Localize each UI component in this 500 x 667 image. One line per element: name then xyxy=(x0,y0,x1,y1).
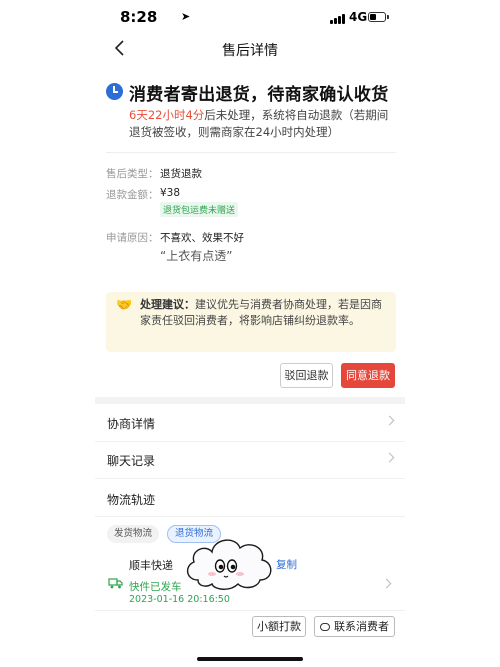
reason-quote: “上衣有点透” xyxy=(160,249,233,263)
chevron-right-icon xyxy=(384,415,395,426)
home-indicator[interactable] xyxy=(197,657,303,661)
reason-value: 不喜欢、效果不好 xyxy=(160,232,244,244)
status-headline: 消费者寄出退货，待商家确认收货 xyxy=(129,85,389,105)
contact-consumer-button[interactable]: 联系消费者 xyxy=(314,616,395,637)
agree-refund-button[interactable]: 同意退款 xyxy=(341,363,395,388)
amount-label: 退款金额： xyxy=(106,189,159,201)
suggestion-prefix: 处理建议： xyxy=(140,298,195,311)
chat-bubble-icon xyxy=(320,623,330,631)
status-time: 8:28 xyxy=(120,8,158,26)
network-type: 4G xyxy=(349,10,368,24)
truck-icon xyxy=(108,578,123,589)
type-label: 售后类型： xyxy=(106,168,159,180)
chat-label: 聊天记录 xyxy=(107,454,156,468)
logistics-title: 物流轨迹 xyxy=(107,493,156,507)
signal-icon xyxy=(330,13,346,24)
type-value: 退货退款 xyxy=(160,168,202,180)
amount-value: ¥38 xyxy=(160,187,181,199)
section-separator xyxy=(95,397,405,404)
chevron-right-icon[interactable] xyxy=(381,578,392,589)
divider xyxy=(95,516,405,517)
screen: 8:28 ➤ 4G 售后详情 消费者寄出退货，待商家确认收货 6天22小时4分后… xyxy=(0,0,500,667)
courier-name: 顺丰快递 xyxy=(129,559,173,572)
countdown: 6天22小时4分 xyxy=(129,108,205,122)
reason-label: 申请原因： xyxy=(106,232,159,244)
negotiation-details-row[interactable]: 协商详情 xyxy=(95,405,405,441)
status-bar: 8:28 ➤ 4G xyxy=(0,0,500,34)
suggestion-box: 🤝 处理建议：建议优先与消费者协商处理，若是因商家责任驳回消费者，将影响店铺纠纷… xyxy=(106,292,396,352)
battery-icon xyxy=(368,12,389,22)
shipping-tag: 退货包运费未赠送 xyxy=(160,202,239,217)
chevron-right-icon xyxy=(384,452,395,463)
nav-bar: 售后详情 xyxy=(95,34,405,64)
contact-label: 联系消费者 xyxy=(334,620,389,633)
suggestion-text: 处理建议：建议优先与消费者协商处理，若是因商家责任驳回消费者，将影响店铺纠纷退款… xyxy=(140,297,390,329)
cloud-sticker-icon xyxy=(187,539,272,590)
deadline-notice: 6天22小时4分后未处理，系统将自动退款（若期间退货被签收，则需商家在24小时内… xyxy=(129,107,397,141)
shipment-status: 快件已发车 xyxy=(129,581,182,593)
divider xyxy=(95,610,405,611)
location-icon: ➤ xyxy=(181,10,191,23)
divider xyxy=(95,478,405,479)
chat-history-row[interactable]: 聊天记录 xyxy=(95,442,405,478)
divider xyxy=(106,152,396,153)
reject-refund-button[interactable]: 驳回退款 xyxy=(280,363,333,388)
page-title: 售后详情 xyxy=(222,43,278,59)
clock-icon xyxy=(106,83,123,100)
handshake-icon: 🤝 xyxy=(116,298,133,313)
negotiation-label: 协商详情 xyxy=(107,417,156,431)
tab-send-logistics[interactable]: 发货物流 xyxy=(107,525,160,543)
small-payment-button[interactable]: 小额打款 xyxy=(252,616,306,637)
